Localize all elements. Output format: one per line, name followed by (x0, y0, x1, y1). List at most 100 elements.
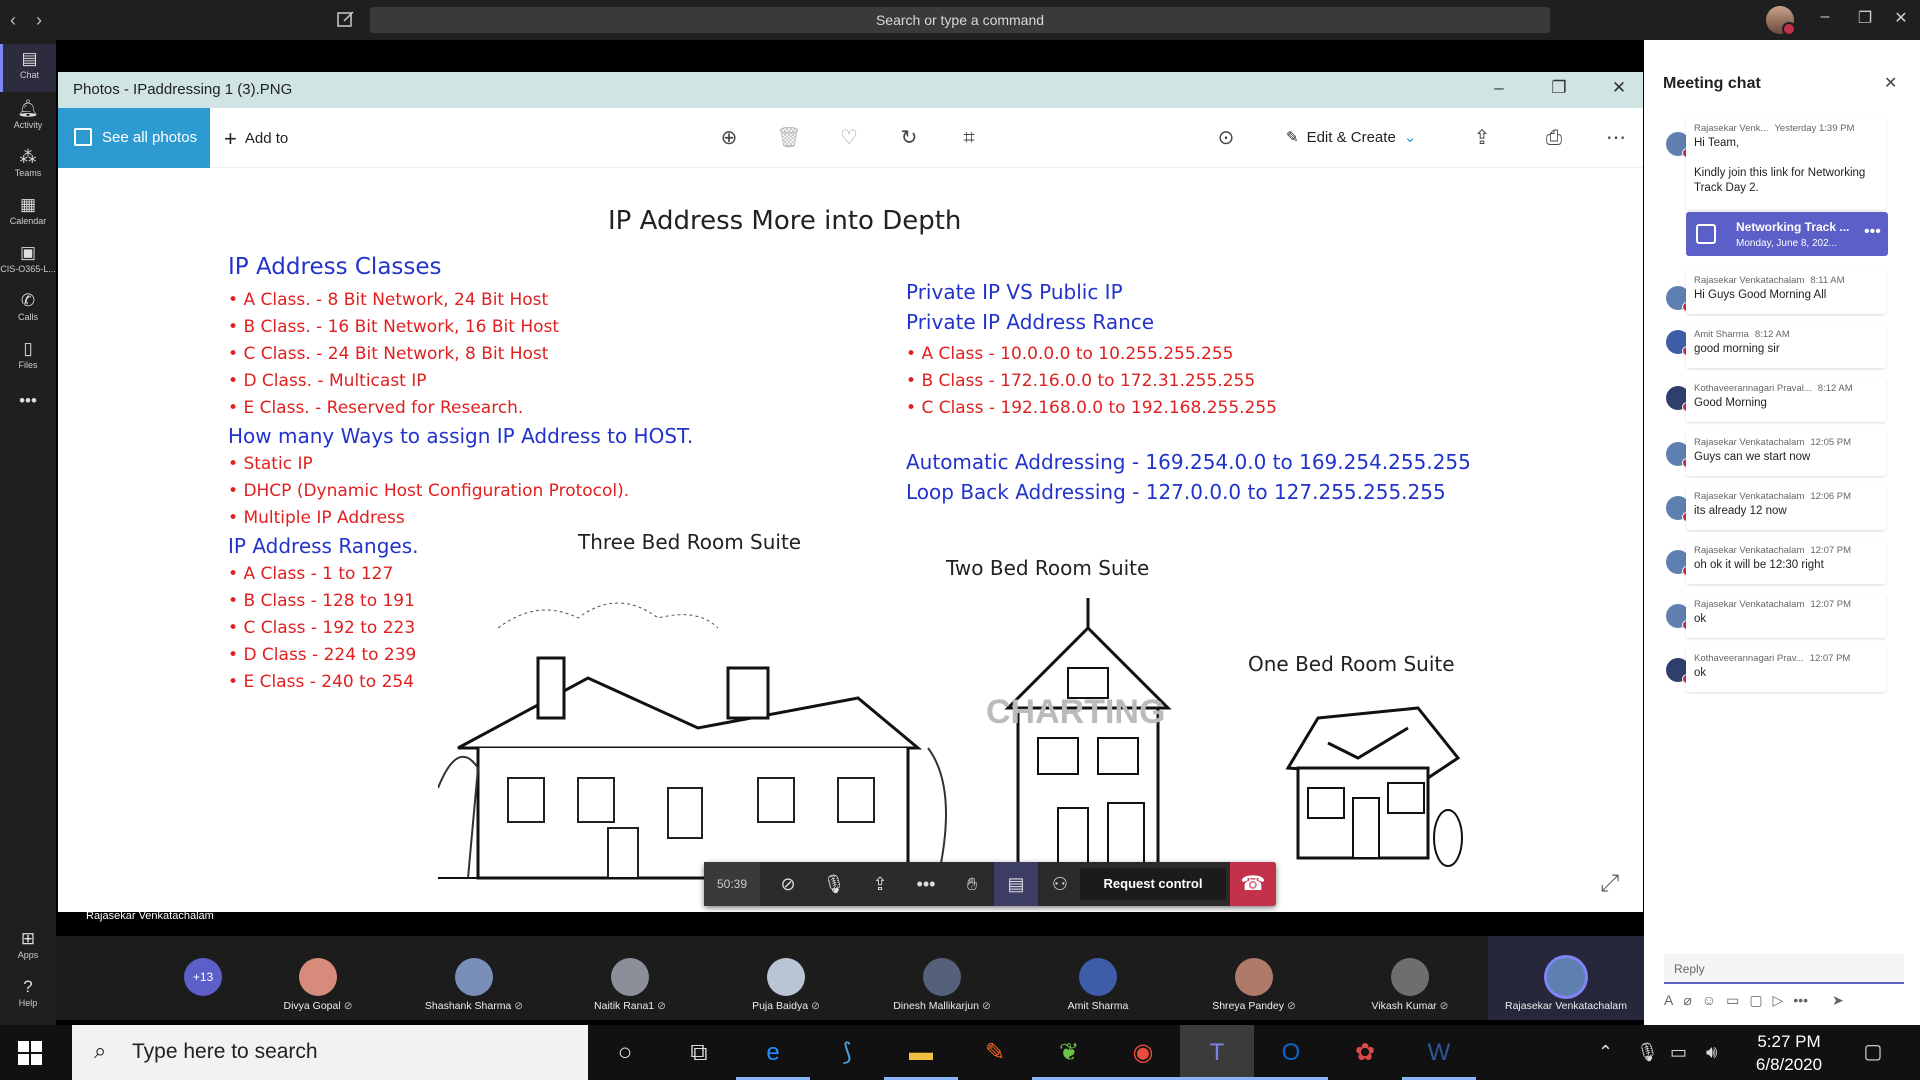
add-to-button[interactable]: + Add to (224, 126, 288, 152)
pen-app-icon[interactable]: ✎ (958, 1025, 1032, 1080)
participant-tile[interactable]: Naitik Rana1 ⊘ (552, 936, 708, 1020)
close-icon[interactable]: ✕ (1884, 73, 1897, 93)
mic-icon[interactable]: 🎙︎ (1636, 1042, 1659, 1063)
chevron-up-icon[interactable]: ⌃ (1598, 1042, 1613, 1063)
range-item: E Class - 240 to 254 (228, 672, 414, 692)
edit-create-button[interactable]: ✎ Edit & Create ⌄ (1286, 128, 1416, 146)
close-icon[interactable]: ✕ (1886, 8, 1916, 28)
visual-search-icon[interactable]: ⊙ (1212, 124, 1240, 152)
rail-item-calls[interactable]: ✆ Calls (0, 286, 56, 334)
close-icon[interactable]: ✕ (1604, 78, 1634, 98)
network-app-icon[interactable]: ⟆ (810, 1025, 884, 1080)
chat-message: Kothaveerannagari Praval... 8:12 AM Good M… (1686, 378, 1886, 422)
command-search-input[interactable]: Search or type a command (370, 7, 1550, 33)
emoji-icon[interactable]: ☺ (1702, 992, 1716, 1008)
task-view-icon[interactable]: ⧉ (662, 1025, 736, 1080)
participant-tile[interactable]: Dinesh Mallikarjun ⊘ (864, 936, 1020, 1020)
camera-off-icon[interactable]: ⊘ (766, 862, 810, 906)
cortana-icon[interactable]: ○ (588, 1025, 662, 1080)
participant-tile-speaking[interactable]: Rajasekar Venkatachalam (1488, 936, 1644, 1020)
rail-item-files[interactable]: ▯ Files (0, 334, 56, 382)
expand-icon[interactable]: ⤢ (1600, 870, 1630, 900)
minimize-icon[interactable]: – (1484, 78, 1514, 98)
gif-icon[interactable]: ▭ (1726, 992, 1739, 1008)
hang-up-button[interactable]: ☎ (1230, 862, 1276, 906)
crop-icon[interactable]: ⌗ (955, 124, 983, 152)
system-clock[interactable]: 5:27 PM 6/8/2020 (1744, 1030, 1834, 1076)
one-bed-house-illustration (1278, 698, 1478, 878)
participant-tile[interactable]: Amit Sharma (1020, 936, 1176, 1020)
battery-icon[interactable]: ▭ (1670, 1042, 1687, 1063)
rail-item-calendar[interactable]: ▦ Calendar (0, 190, 56, 238)
mic-off-icon[interactable]: 🎙︎ (812, 862, 856, 906)
volume-icon[interactable]: 🔊︎ (1706, 1042, 1717, 1063)
profile-avatar[interactable] (1766, 6, 1796, 36)
outlook-icon[interactable]: O (1254, 1025, 1328, 1080)
file-explorer-icon[interactable]: ▬ (884, 1025, 958, 1080)
rail-item-app[interactable]: ▣ CIS-O365-L... (0, 238, 56, 286)
participant-tile[interactable]: Shreya Pandey ⊘ (1176, 936, 1332, 1020)
restore-icon[interactable]: ❐ (1850, 8, 1880, 28)
chat-message: Kothaveerannagari Prav... 12:07 PM ok (1686, 648, 1886, 692)
participant-tile[interactable]: Shashank Sharma ⊘ (396, 936, 552, 1020)
reply-toolbar: A ⌀ ☺ ▭ ▢ ▷ ••• ➤ (1664, 992, 1904, 1012)
participant-tile[interactable]: Vikash Kumar ⊘ (1332, 936, 1488, 1020)
more-participants-badge[interactable]: +13 (184, 958, 222, 996)
reply-input[interactable]: Reply (1664, 954, 1904, 984)
more-options-icon[interactable]: ••• (1793, 992, 1808, 1008)
app-icon[interactable]: ✿ (1328, 1025, 1402, 1080)
teams-titlebar: ‹ › Search or type a command – ❐ ✕ (0, 0, 1920, 40)
attach-icon[interactable]: ⌀ (1683, 992, 1691, 1008)
rotate-icon[interactable]: ↻ (895, 124, 923, 152)
rail-item-chat[interactable]: ▤ Chat (0, 44, 56, 92)
request-control-button[interactable]: Request control (1080, 868, 1226, 900)
delete-icon[interactable]: 🗑︎ (775, 124, 803, 152)
rail-item-teams[interactable]: ⁂ Teams (0, 142, 56, 190)
send-icon[interactable]: ➤ (1832, 992, 1844, 1008)
chat-message: Rajasekar Venkatachalam 12:07 PM oh ok it … (1686, 540, 1886, 584)
assign-heading: How many Ways to assign IP Address to HO… (228, 424, 694, 448)
restore-icon[interactable]: ❐ (1544, 78, 1574, 98)
rail-item-help[interactable]: ? Help (0, 972, 56, 1020)
assign-item: DHCP (Dynamic Host Configuration Protoco… (228, 481, 629, 501)
windows-start-icon[interactable] (18, 1041, 42, 1065)
more-options-icon[interactable]: ⋯ (1602, 124, 1630, 152)
sticker-icon[interactable]: ▢ (1749, 992, 1762, 1008)
forward-icon[interactable]: › (36, 10, 42, 31)
avatar (1235, 958, 1273, 996)
edge-icon[interactable]: e (736, 1025, 810, 1080)
more-actions-icon[interactable]: ••• (904, 862, 948, 906)
more-apps-button[interactable]: ••• (0, 386, 56, 434)
share-icon[interactable]: ⇪ (1468, 124, 1496, 152)
chat-toggle-icon[interactable]: ▤ (994, 862, 1038, 906)
zoom-icon[interactable]: ⊕ (715, 124, 743, 152)
two-bed-house-illustration: CHARTING (958, 588, 1218, 888)
meeting-invite-card[interactable]: Networking Track ... Monday, June 8, 202… (1686, 212, 1888, 256)
heart-icon[interactable]: ♡ (835, 124, 863, 152)
minimize-icon[interactable]: – (1810, 8, 1840, 26)
participant-tile[interactable]: Divya Gopal ⊘ (240, 936, 396, 1020)
plus-icon: + (224, 126, 237, 151)
more-options-icon[interactable]: ••• (1864, 223, 1881, 241)
see-all-photos-button[interactable]: See all photos (58, 108, 210, 168)
taskbar-search-input[interactable]: ⌕ Type here to search (72, 1025, 588, 1080)
rail-item-apps[interactable]: ⊞ Apps (0, 924, 56, 972)
photos-window: Photos - IPaddressing 1 (3).PNG – ❐ ✕ Se… (58, 72, 1643, 912)
participants-icon[interactable]: ⚇ (1038, 862, 1082, 906)
teams-icon[interactable]: T (1180, 1025, 1254, 1080)
leaf-app-icon[interactable]: ❦ (1032, 1025, 1106, 1080)
participant-tile[interactable]: Puja Baidya ⊘ (708, 936, 864, 1020)
print-icon[interactable]: ⎙ (1540, 124, 1568, 152)
format-icon[interactable]: A (1664, 992, 1673, 1008)
chrome-icon[interactable]: ◉ (1106, 1025, 1180, 1080)
raise-hand-icon[interactable]: ✋︎ (950, 862, 994, 906)
call-controls: 50:39 ⊘ 🎙︎ ⇪ ••• ✋︎ ▤ ⚇ Request control … (704, 862, 1276, 906)
rail-item-activity[interactable]: 🔔︎ Activity (0, 94, 56, 142)
notification-icon[interactable]: ▢ (1858, 1039, 1888, 1065)
share-screen-icon[interactable]: ⇪ (858, 862, 902, 906)
back-icon[interactable]: ‹ (10, 10, 16, 31)
class-item: C Class. - 24 Bit Network, 8 Bit Host (228, 344, 548, 364)
meet-icon[interactable]: ▷ (1773, 992, 1784, 1008)
word-icon[interactable]: W (1402, 1025, 1476, 1080)
compose-icon[interactable] (336, 9, 356, 29)
